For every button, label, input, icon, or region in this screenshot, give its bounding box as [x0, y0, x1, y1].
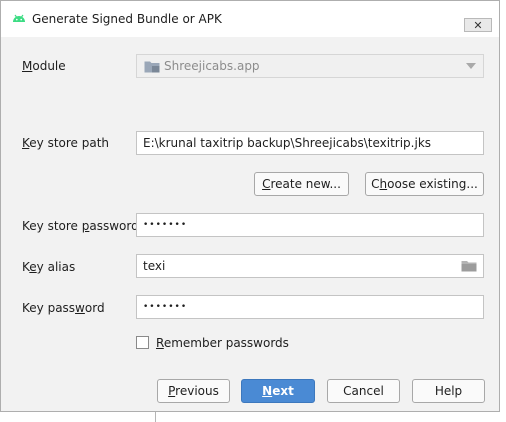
close-icon: ✕	[473, 18, 483, 32]
key-store-path-label-rest: ey store path	[29, 136, 110, 150]
key-password-input[interactable]: •••••••	[136, 295, 484, 319]
folder-icon[interactable]	[461, 260, 477, 272]
module-select[interactable]: Shreejicabs.app	[136, 54, 484, 78]
title-bar: Generate Signed Bundle or APK ✕	[1, 1, 499, 37]
folder-module-icon	[144, 61, 160, 73]
close-button[interactable]: ✕	[464, 18, 492, 32]
key-alias-value: texi	[143, 259, 166, 273]
create-new-label-rest: reate new...	[270, 177, 341, 191]
key-alias-input[interactable]: texi	[136, 254, 484, 278]
remember-passwords-label[interactable]: Remember passwords	[156, 336, 289, 350]
previous-button[interactable]: Previous	[157, 379, 230, 403]
key-password-label: Key password	[22, 301, 105, 315]
generate-signed-bundle-dialog: Generate Signed Bundle or APK ✕ Module S…	[0, 0, 500, 412]
key-store-path-input[interactable]: E:\krunal taxitrip backup\Shreejicabs\te…	[136, 131, 484, 155]
key-store-password-dots: •••••••	[143, 220, 188, 230]
module-label-rest: odule	[32, 59, 66, 73]
dialog-title: Generate Signed Bundle or APK	[32, 12, 222, 26]
choose-existing-button[interactable]: Choose existing...	[365, 172, 484, 196]
key-alias-label: Key alias	[22, 260, 76, 274]
module-label: Module	[22, 59, 66, 73]
background-strip	[0, 412, 506, 422]
key-password-dots: •••••••	[143, 302, 188, 312]
remember-passwords-checkbox[interactable]	[136, 336, 149, 349]
cancel-button[interactable]: Cancel	[327, 379, 400, 403]
create-new-button[interactable]: Create new...	[254, 172, 349, 196]
divider	[155, 412, 156, 422]
chevron-down-icon	[466, 63, 476, 69]
key-store-path-label: Key store path	[22, 136, 110, 150]
module-select-value: Shreejicabs.app	[164, 59, 260, 73]
key-store-password-label: Key store password	[22, 219, 139, 233]
choose-existing-label: Choose existing...	[371, 177, 478, 191]
next-button[interactable]: Next	[241, 379, 315, 403]
help-button[interactable]: Help	[412, 379, 485, 403]
key-store-password-input[interactable]: •••••••	[136, 213, 484, 237]
android-icon	[13, 14, 25, 22]
